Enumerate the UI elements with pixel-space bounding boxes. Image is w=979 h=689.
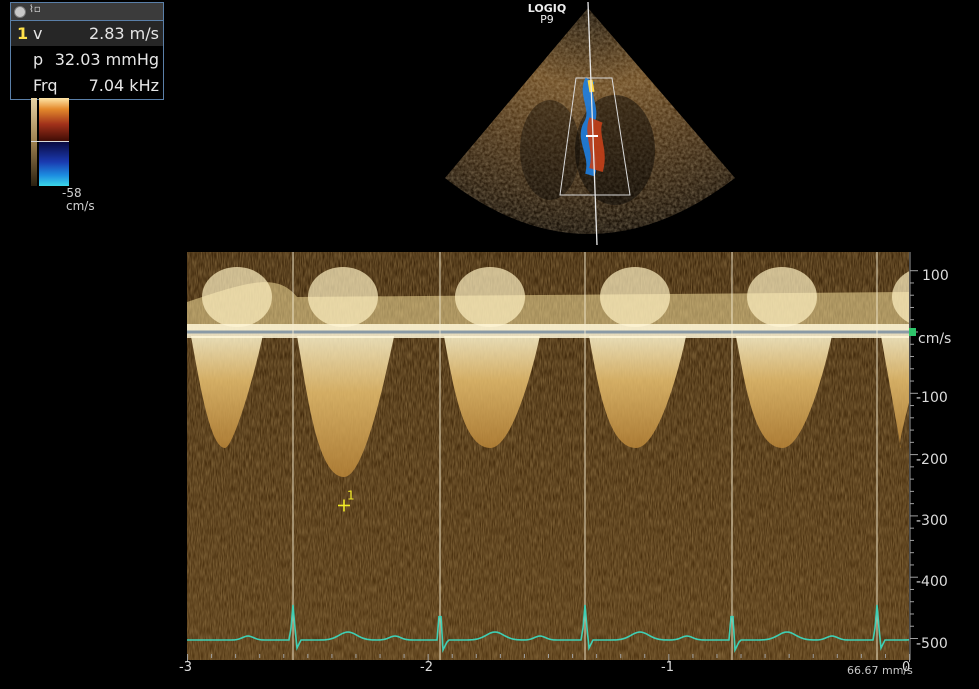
measurement-header: ⌇▫ <box>11 3 163 21</box>
measurement-label: Frq <box>33 76 58 95</box>
time-axis <box>187 654 910 662</box>
velocity-tick-label: 100 <box>922 268 949 284</box>
color-scale-baseline <box>31 141 69 142</box>
velocity-tick-label: -400 <box>916 574 948 590</box>
color-flow-jet <box>587 117 605 173</box>
spectral-doppler-display[interactable]: 1 <box>187 252 909 660</box>
grayscale-map <box>31 98 37 186</box>
velocity-tick-label: -500 <box>916 636 948 652</box>
measurement-value: 2.83 m/s <box>88 24 159 43</box>
cursor-label: 1 <box>347 488 355 502</box>
time-tick-label: -1 <box>661 660 674 675</box>
sweep-speed-label: 66.67 mm/s <box>847 664 913 677</box>
velocity-unit-label: cm/s <box>918 331 952 347</box>
velocity-tick-label: -300 <box>916 513 948 529</box>
measurement-value: 7.04 kHz <box>88 76 159 95</box>
color-map-positive <box>39 98 69 142</box>
measurement-index: 1 <box>17 24 29 43</box>
color-map-negative <box>39 142 69 186</box>
velocity-tick-label: -100 <box>916 390 948 406</box>
measurement-panel[interactable]: ⌇▫ 1 v 2.83 m/s p 32.03 mmHg Frq 7.04 kH… <box>10 2 164 100</box>
forward-flow-peak <box>600 267 670 327</box>
measurement-row-velocity[interactable]: 1 v 2.83 m/s <box>11 21 163 46</box>
forward-flow-peak <box>202 267 272 327</box>
measurement-value: 32.03 mmHg <box>54 50 159 69</box>
baseline-marker[interactable] <box>909 328 916 336</box>
bmode-sector-image[interactable] <box>440 0 740 250</box>
velocity-tick-label: -200 <box>916 452 948 468</box>
time-tick-label: -2 <box>420 660 433 675</box>
color-scale-low-label: -58 <box>62 186 82 200</box>
color-scale-unit: cm/s <box>66 199 95 213</box>
measurement-row-frequency[interactable]: Frq 7.04 kHz <box>11 73 163 98</box>
color-velocity-scale <box>31 98 69 188</box>
forward-flow-peak <box>308 267 378 327</box>
measurement-label: p <box>33 50 44 69</box>
measurement-row-pressure[interactable]: p 32.03 mmHg <box>11 47 163 72</box>
forward-flow-peak <box>747 267 817 327</box>
measurement-label: v <box>33 24 43 43</box>
time-tick-label: -3 <box>179 660 192 675</box>
measurement-tool-icon[interactable]: ⌇▫ <box>29 4 41 15</box>
record-dot-icon[interactable] <box>14 6 26 18</box>
forward-flow-peak <box>455 267 525 327</box>
